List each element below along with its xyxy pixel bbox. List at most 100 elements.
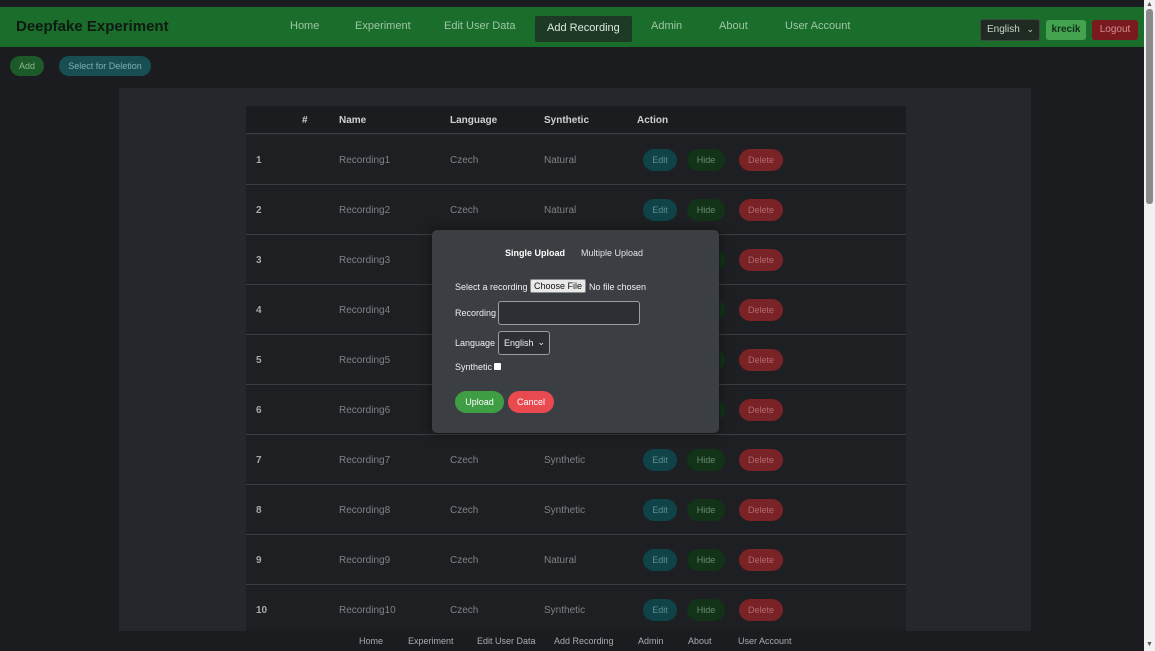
- tab-single-upload[interactable]: Single Upload: [505, 248, 565, 258]
- nav-about[interactable]: About: [719, 20, 748, 32]
- user-button[interactable]: krecik: [1046, 20, 1086, 40]
- nav-home[interactable]: Home: [290, 20, 319, 32]
- scroll-down-icon[interactable]: ▼: [1146, 641, 1153, 648]
- navbar: Deepfake Experiment Home Experiment Edit…: [0, 7, 1144, 47]
- table-row: 10 Recording10 Czech Synthetic Edit Hide Delet…: [246, 585, 906, 635]
- delete-button[interactable]: Delete: [739, 349, 783, 371]
- logout-button[interactable]: Logout: [1092, 20, 1138, 40]
- footer-add-recording[interactable]: Add Recording: [554, 636, 614, 646]
- row-name: Recording10: [339, 605, 396, 616]
- edit-button[interactable]: Edit: [643, 499, 677, 521]
- edit-button[interactable]: Edit: [643, 549, 677, 571]
- row-number: 4: [256, 305, 262, 316]
- synthetic-label: Synthetic: [455, 362, 493, 372]
- delete-button[interactable]: Delete: [739, 299, 783, 321]
- choose-file-button[interactable]: Choose File: [530, 279, 586, 293]
- hide-button[interactable]: Hide: [687, 149, 725, 171]
- header-language: Language: [450, 115, 498, 126]
- row-name: Recording7: [339, 455, 391, 466]
- modal-language-select[interactable]: English ⌄: [498, 331, 550, 355]
- table-row: 8 Recording8 Czech Synthetic Edit Hide Delete: [246, 485, 906, 535]
- top-strip: [0, 0, 1144, 7]
- delete-button[interactable]: Delete: [739, 249, 783, 271]
- scrollbar-thumb[interactable]: [1146, 9, 1153, 204]
- nav-edit-user-data[interactable]: Edit User Data: [444, 20, 516, 32]
- row-number: 3: [256, 255, 262, 266]
- hide-button[interactable]: Hide: [687, 199, 725, 221]
- edit-button[interactable]: Edit: [643, 449, 677, 471]
- table-header: # Name Language Synthetic Action: [246, 106, 906, 134]
- row-synthetic: Synthetic: [544, 605, 586, 616]
- edit-button[interactable]: Edit: [643, 149, 677, 171]
- row-name: Recording9: [339, 555, 391, 566]
- row-language: Czech: [450, 605, 479, 616]
- language-select-value: English: [987, 24, 1020, 35]
- delete-button[interactable]: Delete: [739, 149, 783, 171]
- footer-home[interactable]: Home: [359, 636, 383, 646]
- tab-multiple-upload[interactable]: Multiple Upload: [581, 248, 643, 258]
- row-synthetic: Natural: [544, 155, 577, 166]
- row-language: Czech: [450, 505, 479, 516]
- header-number: #: [302, 115, 308, 126]
- hide-button[interactable]: Hide: [687, 499, 725, 521]
- row-number: 6: [256, 405, 262, 416]
- add-button[interactable]: Add: [10, 56, 44, 76]
- scroll-up-icon[interactable]: ▲: [1146, 1, 1153, 8]
- row-number: 9: [256, 555, 262, 566]
- row-language: Czech: [450, 555, 479, 566]
- modal-language-value: English: [504, 338, 534, 348]
- language-label: Language: [455, 338, 496, 348]
- row-language: Czech: [450, 155, 479, 166]
- row-name: Recording1: [339, 155, 391, 166]
- edit-button[interactable]: Edit: [643, 599, 677, 621]
- synthetic-checkbox[interactable]: [494, 363, 501, 370]
- table-row: 2 Recording2 Czech Natural Edit Hide Delete: [246, 185, 906, 235]
- header-name: Name: [339, 115, 367, 126]
- delete-button[interactable]: Delete: [739, 449, 783, 471]
- select-for-deletion-button[interactable]: Select for Deletion: [59, 56, 151, 76]
- row-name: Recording2: [339, 205, 391, 216]
- delete-button[interactable]: Delete: [739, 399, 783, 421]
- row-number: 2: [256, 205, 262, 216]
- delete-button[interactable]: Delete: [739, 499, 783, 521]
- nav-add-recording[interactable]: Add Recording: [535, 16, 632, 42]
- brand-title[interactable]: Deepfake Experiment: [16, 18, 169, 35]
- edit-button[interactable]: Edit: [643, 199, 677, 221]
- nav-admin[interactable]: Admin: [651, 20, 682, 32]
- row-number: 10: [256, 605, 268, 616]
- row-number: 5: [256, 355, 262, 366]
- upload-modal: Single Upload Multiple Upload Select a r…: [432, 230, 719, 433]
- footer-about[interactable]: About: [688, 636, 712, 646]
- header-action: Action: [637, 115, 669, 126]
- language-select[interactable]: English ⌄: [980, 19, 1040, 41]
- footer-experiment[interactable]: Experiment: [408, 636, 454, 646]
- delete-button[interactable]: Delete: [739, 199, 783, 221]
- nav-experiment[interactable]: Experiment: [355, 20, 411, 32]
- delete-button[interactable]: Delete: [739, 549, 783, 571]
- nav-user-account[interactable]: User Account: [785, 20, 850, 32]
- hide-button[interactable]: Hide: [687, 449, 725, 471]
- row-name: Recording6: [339, 405, 391, 416]
- recording-name-input[interactable]: [498, 301, 640, 325]
- row-synthetic: Synthetic: [544, 455, 586, 466]
- chevron-down-icon: ⌄: [537, 337, 545, 347]
- cancel-button[interactable]: Cancel: [508, 391, 554, 413]
- upload-button[interactable]: Upload: [455, 391, 504, 413]
- scrollbar[interactable]: ▲ ▼: [1144, 0, 1155, 651]
- row-language: Czech: [450, 205, 479, 216]
- no-file-text: No file chosen: [589, 282, 647, 292]
- hide-button[interactable]: Hide: [687, 549, 725, 571]
- footer-user-account[interactable]: User Account: [738, 636, 792, 646]
- row-synthetic: Synthetic: [544, 505, 586, 516]
- delete-button[interactable]: Delete: [739, 599, 783, 621]
- chevron-down-icon: ⌄: [1026, 24, 1034, 34]
- footer-admin[interactable]: Admin: [638, 636, 664, 646]
- footer-edit-user-data[interactable]: Edit User Data: [477, 636, 536, 646]
- row-number: 1: [256, 155, 262, 166]
- row-synthetic: Natural: [544, 555, 577, 566]
- row-name: Recording5: [339, 355, 391, 366]
- row-name: Recording4: [339, 305, 391, 316]
- table-row: 1 Recording1 Czech Natural Edit Hide Delete: [246, 135, 906, 185]
- hide-button[interactable]: Hide: [687, 599, 725, 621]
- footer: Home Experiment Edit User Data Add Recor…: [0, 631, 1144, 651]
